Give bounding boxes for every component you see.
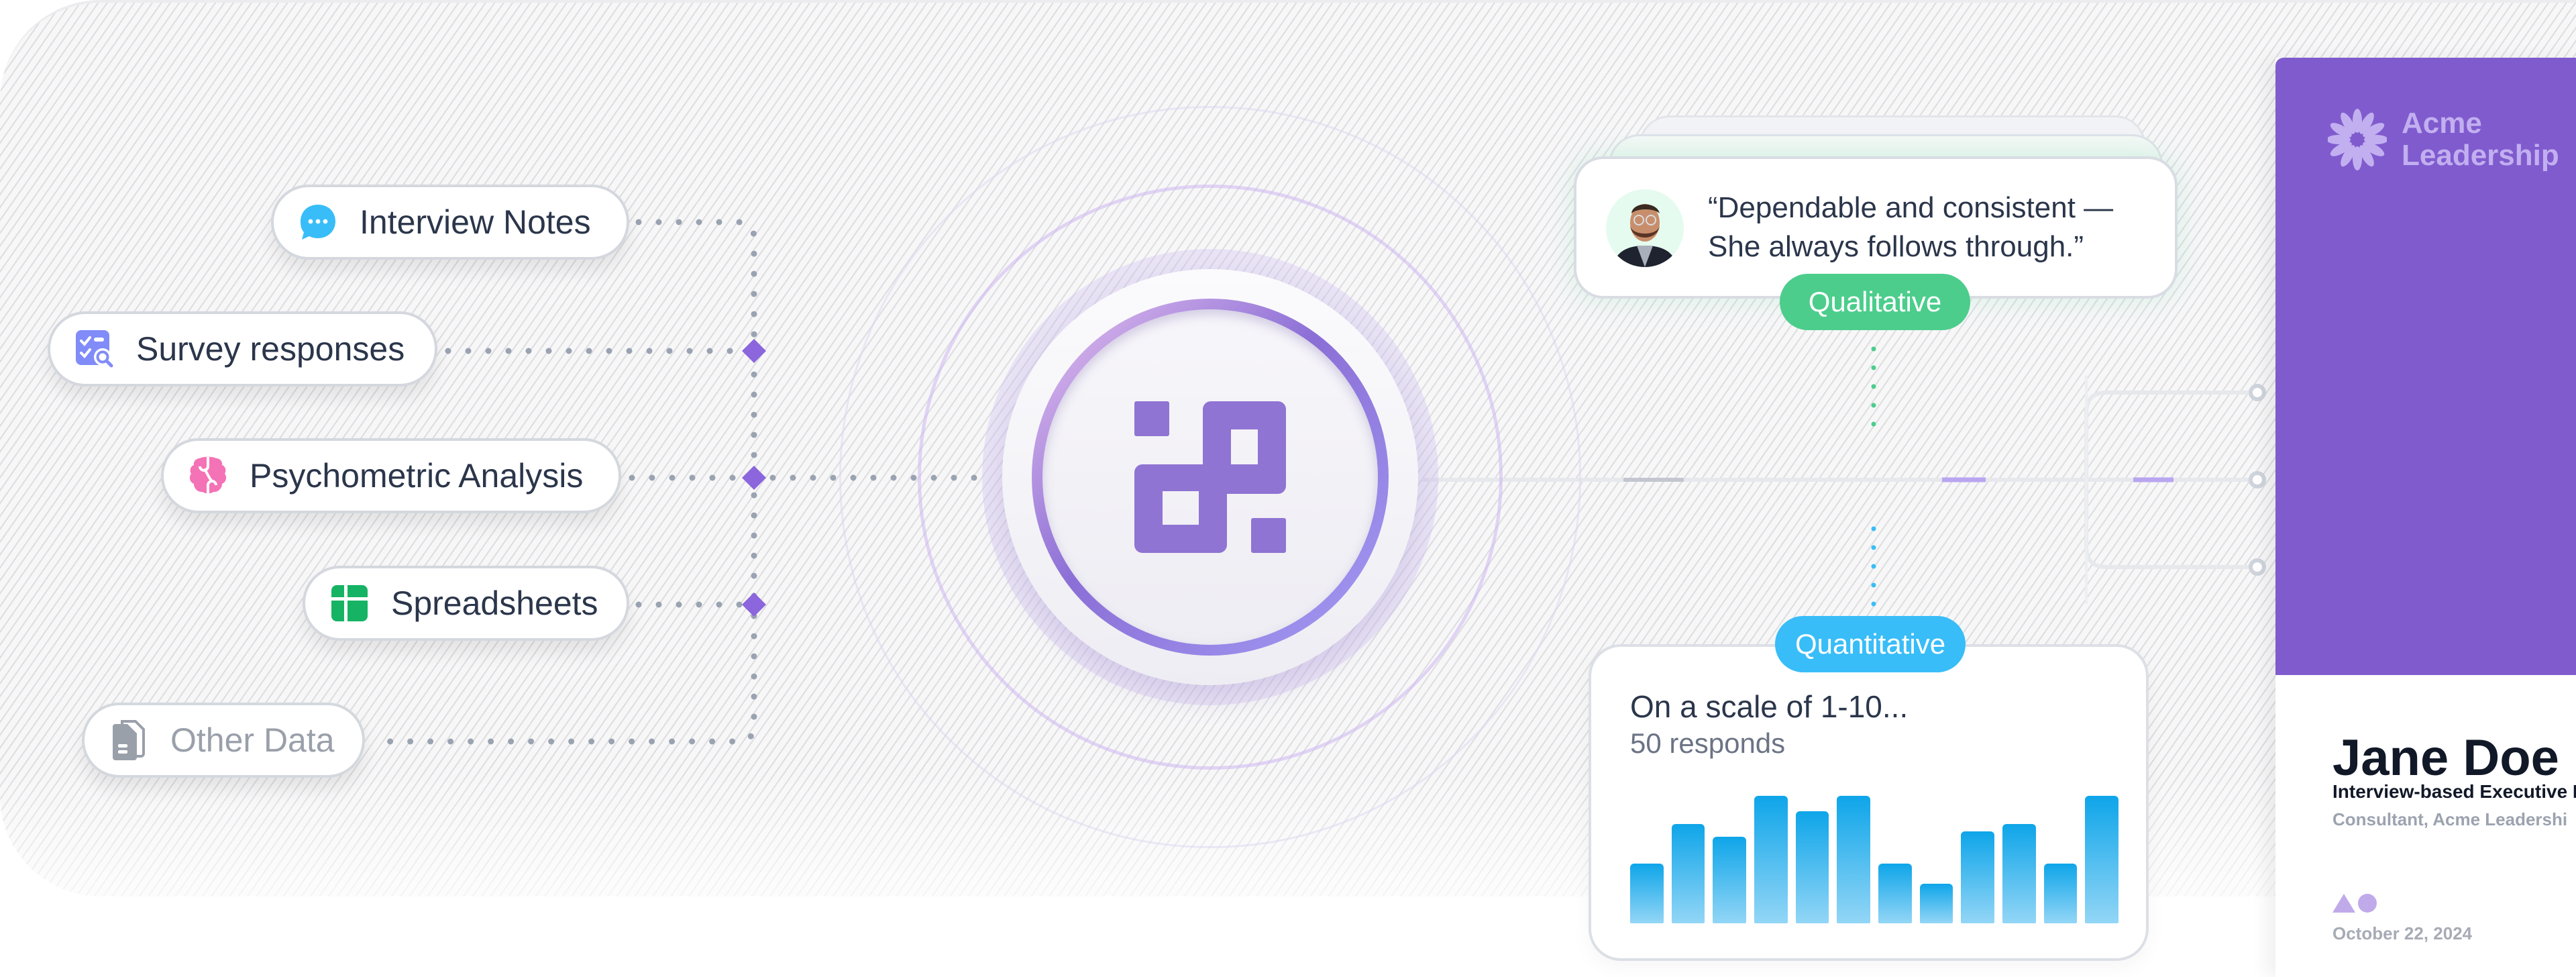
report-date: October 22, 2024 <box>2332 923 2473 943</box>
subject-name: Jane Doe <box>2332 729 2559 786</box>
response-bar-chart <box>1630 796 2118 923</box>
chart-bar <box>1671 823 1705 923</box>
spreadsheet-icon <box>331 585 368 621</box>
junction-diamond-psychometric <box>742 466 766 490</box>
report-preview[interactable]: Acme Leadership Jane Doe Interview-based… <box>2275 58 2576 977</box>
chart-bar <box>2085 796 2118 923</box>
source-label: Interview Notes <box>360 203 591 241</box>
triangle-icon <box>2332 894 2355 913</box>
flower-logo-icon <box>2328 109 2387 170</box>
circle-icon <box>2358 894 2377 913</box>
platform-logo-icon <box>1134 401 1286 553</box>
source-label: Psychometric Analysis <box>250 457 584 495</box>
report-hero: Acme Leadership <box>2275 58 2576 675</box>
source-pill-survey-responses[interactable]: Survey responses <box>48 311 437 387</box>
report-type: Interview-based Executive D <box>2332 781 2576 802</box>
documents-icon <box>113 720 145 760</box>
quote-text: “Dependable and consistent — She always … <box>1708 189 2113 266</box>
qualitative-tag[interactable]: Qualitative <box>1780 274 1970 330</box>
chart-bar <box>1754 796 1788 923</box>
brand-name-line-1: Acme <box>2402 107 2482 140</box>
chart-bar <box>2043 863 2078 923</box>
source-label: Other Data <box>170 721 335 759</box>
chat-bubble-icon <box>301 205 335 240</box>
source-label: Survey responses <box>136 330 405 368</box>
chart-bar <box>2002 823 2036 923</box>
quote-line-2: She always follows through.” <box>1708 230 2084 263</box>
output-node-3 <box>2249 558 2266 576</box>
source-pill-spreadsheets[interactable]: Spreadsheets <box>303 566 629 641</box>
source-pill-interview-notes[interactable]: Interview Notes <box>271 185 629 260</box>
survey-search-icon <box>76 330 113 368</box>
chart-bar <box>1713 836 1746 923</box>
quantitative-card[interactable]: On a scale of 1-10... 50 responds <box>1589 644 2149 961</box>
author-org: Consultant, Acme Leadershi <box>2332 809 2568 829</box>
survey-question: On a scale of 1-10... <box>1630 689 1909 724</box>
chart-bar <box>1795 811 1829 923</box>
source-pill-other-data[interactable]: Other Data <box>82 703 365 778</box>
junction-diamond-spreadsheets <box>742 593 766 617</box>
source-pill-psychometric-analysis[interactable]: Psychometric Analysis <box>161 438 621 513</box>
output-node-2 <box>2249 471 2266 488</box>
quote-line-1: “Dependable and consistent — <box>1708 191 2114 224</box>
decorative-shapes <box>2332 894 2377 913</box>
quantitative-tag[interactable]: Quantitative <box>1775 616 1966 672</box>
junction-diamond-survey <box>742 339 766 363</box>
output-node-1 <box>2249 384 2266 401</box>
brand-name-line-2: Leadership <box>2402 139 2559 172</box>
chart-bar <box>1919 884 1953 923</box>
reviewer-avatar <box>1606 189 1684 267</box>
chart-bar <box>1630 863 1664 923</box>
source-label: Spreadsheets <box>391 584 598 622</box>
chart-bar <box>1961 831 1994 923</box>
chart-bar <box>1878 863 1912 923</box>
chart-bar <box>1837 796 1870 923</box>
brain-icon <box>189 456 227 495</box>
brand-logo: Acme Leadership <box>2328 107 2559 172</box>
response-count: 50 responds <box>1630 727 1786 759</box>
